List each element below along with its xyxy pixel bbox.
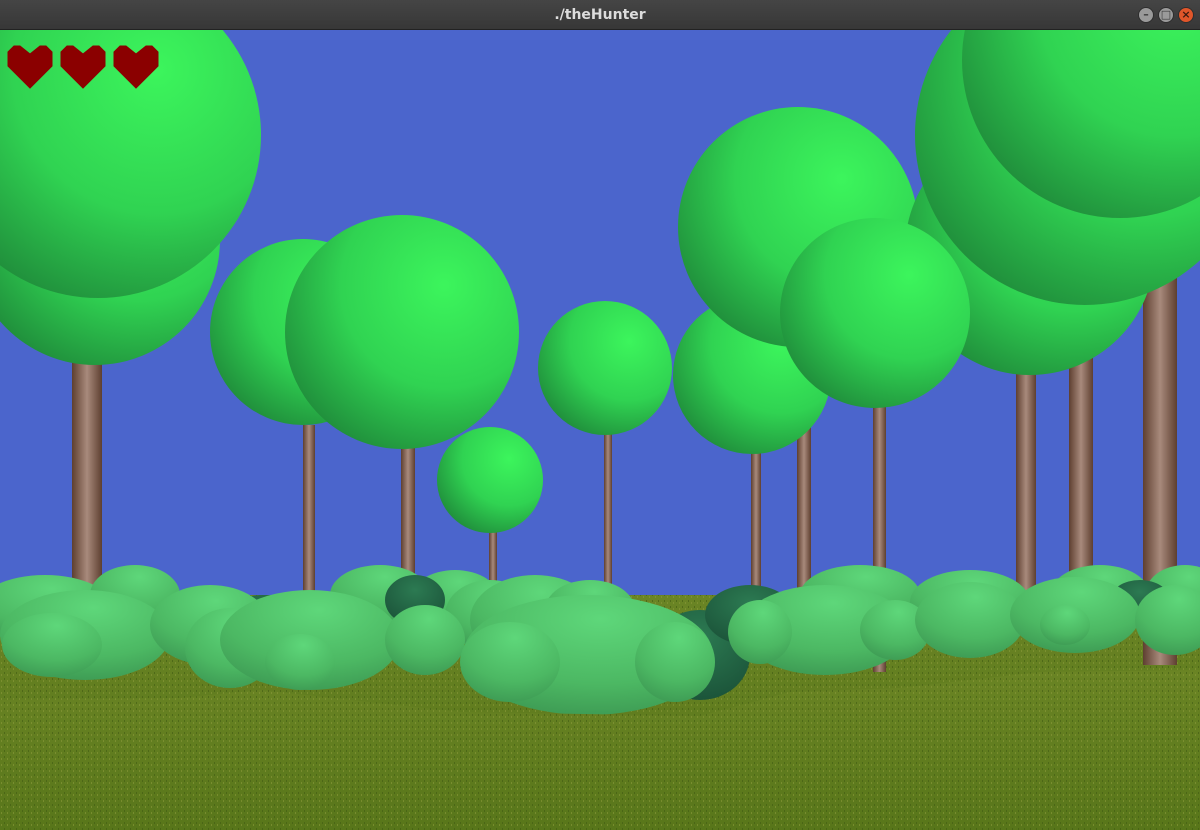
maximize-icon: □ — [1160, 8, 1172, 21]
bush — [635, 622, 715, 702]
bush — [265, 634, 335, 690]
tree-trunk — [604, 430, 612, 590]
health-hud — [7, 45, 159, 89]
title-bar[interactable]: ./theHunter – □ × — [0, 0, 1200, 30]
minimize-icon: – — [1143, 8, 1149, 21]
bush — [1040, 605, 1090, 645]
close-icon: × — [1181, 8, 1191, 21]
close-button[interactable]: × — [1178, 7, 1194, 23]
heart-icon — [60, 45, 106, 89]
tree-trunk — [751, 450, 761, 600]
heart-icon — [7, 45, 53, 89]
minimize-button[interactable]: – — [1138, 7, 1154, 23]
bush — [915, 582, 1025, 658]
heart-icon — [113, 45, 159, 89]
tree-crown — [780, 218, 970, 408]
bush — [460, 622, 560, 702]
game-viewport[interactable] — [0, 30, 1200, 830]
maximize-button[interactable]: □ — [1158, 7, 1174, 23]
tree-crown — [437, 427, 543, 533]
tree-crown — [538, 301, 672, 435]
game-window: ./theHunter – □ × — [0, 0, 1200, 830]
bush — [728, 600, 792, 664]
window-title: ./theHunter — [554, 7, 646, 23]
tree-crown — [285, 215, 519, 449]
forest-scene — [0, 30, 1200, 830]
bush — [2, 613, 102, 677]
tree-trunk — [303, 425, 315, 605]
bush — [385, 605, 465, 675]
